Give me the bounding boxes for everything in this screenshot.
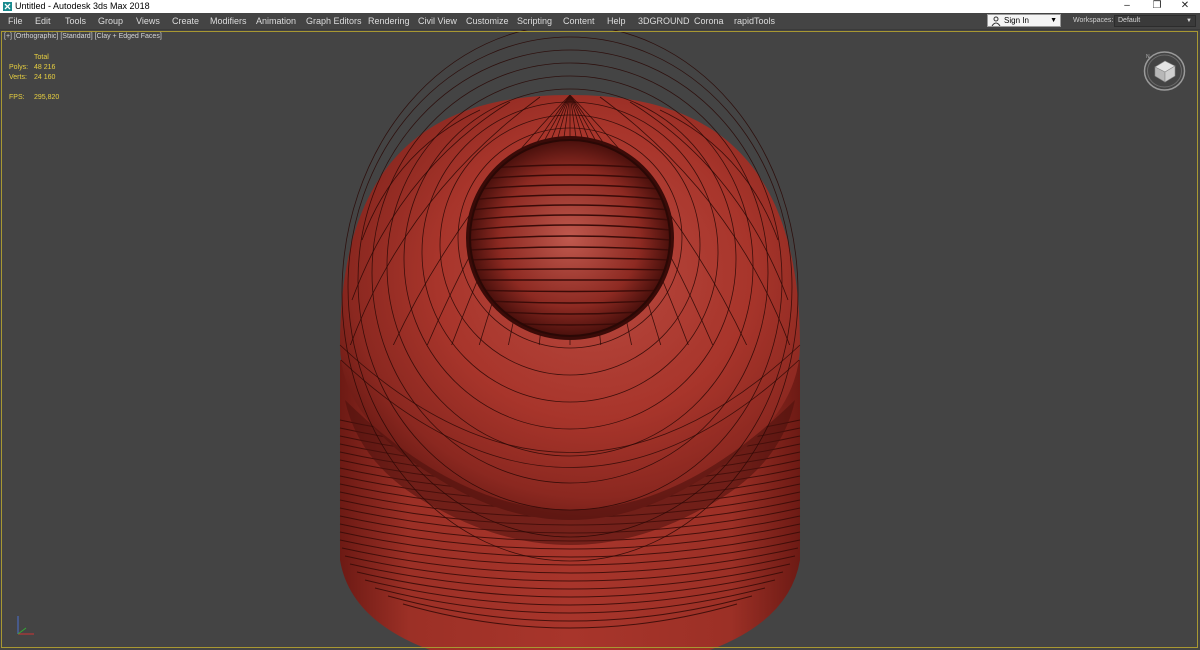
menu-content[interactable]: Content bbox=[563, 13, 595, 29]
menu-modifiers[interactable]: Modifiers bbox=[210, 13, 247, 29]
chevron-down-icon: ▼ bbox=[1186, 18, 1192, 24]
stats-fps-label: FPS: bbox=[9, 94, 25, 101]
menu-3dground[interactable]: 3DGROUND bbox=[638, 13, 690, 29]
stats-fps-value: 295,820 bbox=[34, 94, 60, 101]
menu-customize[interactable]: Customize bbox=[466, 13, 509, 29]
restore-button[interactable]: ❐ bbox=[1142, 0, 1172, 13]
axis-tripod-icon bbox=[17, 616, 34, 635]
svg-text:N: N bbox=[1146, 54, 1150, 60]
stats-polys-label: Polys: bbox=[9, 64, 29, 71]
workspace-value: Default bbox=[1118, 17, 1141, 24]
viewport-shading-label[interactable]: [Clay + Edged Faces] bbox=[95, 33, 162, 40]
menu-civil-view[interactable]: Civil View bbox=[418, 13, 457, 29]
sign-in-dropdown[interactable]: Sign In ▼ bbox=[987, 14, 1061, 27]
title-bar: Untitled - Autodesk 3ds Max 2018 – ❐ ✕ bbox=[0, 0, 1200, 13]
viewport-menu-plus[interactable]: [+] bbox=[4, 33, 12, 40]
menu-help[interactable]: Help bbox=[607, 13, 626, 29]
stats-total-header: Total bbox=[34, 54, 49, 61]
user-icon bbox=[991, 16, 1001, 26]
menu-tools[interactable]: Tools bbox=[65, 13, 86, 29]
viewcube-icon[interactable]: N bbox=[1143, 49, 1186, 92]
chevron-down-icon: ▼ bbox=[1050, 17, 1057, 24]
menu-rapidtools[interactable]: rapidTools bbox=[734, 13, 775, 29]
workspaces-label: Workspaces: bbox=[1073, 17, 1114, 24]
menu-file[interactable]: File bbox=[8, 13, 23, 29]
close-button[interactable]: ✕ bbox=[1170, 0, 1200, 13]
viewport-view-label[interactable]: [Orthographic] bbox=[14, 33, 58, 40]
minimize-button[interactable]: – bbox=[1112, 0, 1142, 13]
perspective-viewport[interactable]: [+] [Orthographic] [Standard] [Clay + Edged… bbox=[0, 30, 1200, 650]
menu-graph-editors[interactable]: Graph Editors bbox=[306, 13, 362, 29]
stats-verts-label: Verts: bbox=[9, 74, 27, 81]
3dsmax-app-icon bbox=[3, 2, 12, 11]
menu-rendering[interactable]: Rendering bbox=[368, 13, 410, 29]
menu-edit[interactable]: Edit bbox=[35, 13, 51, 29]
workspace-select[interactable]: Default ▼ bbox=[1114, 15, 1196, 27]
menu-group[interactable]: Group bbox=[98, 13, 123, 29]
menu-scripting[interactable]: Scripting bbox=[517, 13, 552, 29]
3d-model-vase bbox=[339, 30, 801, 650]
menu-create[interactable]: Create bbox=[172, 13, 199, 29]
window-title: Untitled - Autodesk 3ds Max 2018 bbox=[15, 1, 150, 11]
sign-in-label: Sign In bbox=[1004, 16, 1029, 25]
menu-corona[interactable]: Corona bbox=[694, 13, 724, 29]
stats-polys-value: 48 216 bbox=[34, 64, 56, 71]
menu-views[interactable]: Views bbox=[136, 13, 160, 29]
viewport-standard-label[interactable]: [Standard] bbox=[60, 33, 92, 40]
stats-verts-value: 24 160 bbox=[34, 74, 56, 81]
menu-animation[interactable]: Animation bbox=[256, 13, 296, 29]
viewport-label: [+] [Orthographic] [Standard] [Clay + Edged… bbox=[4, 33, 164, 40]
